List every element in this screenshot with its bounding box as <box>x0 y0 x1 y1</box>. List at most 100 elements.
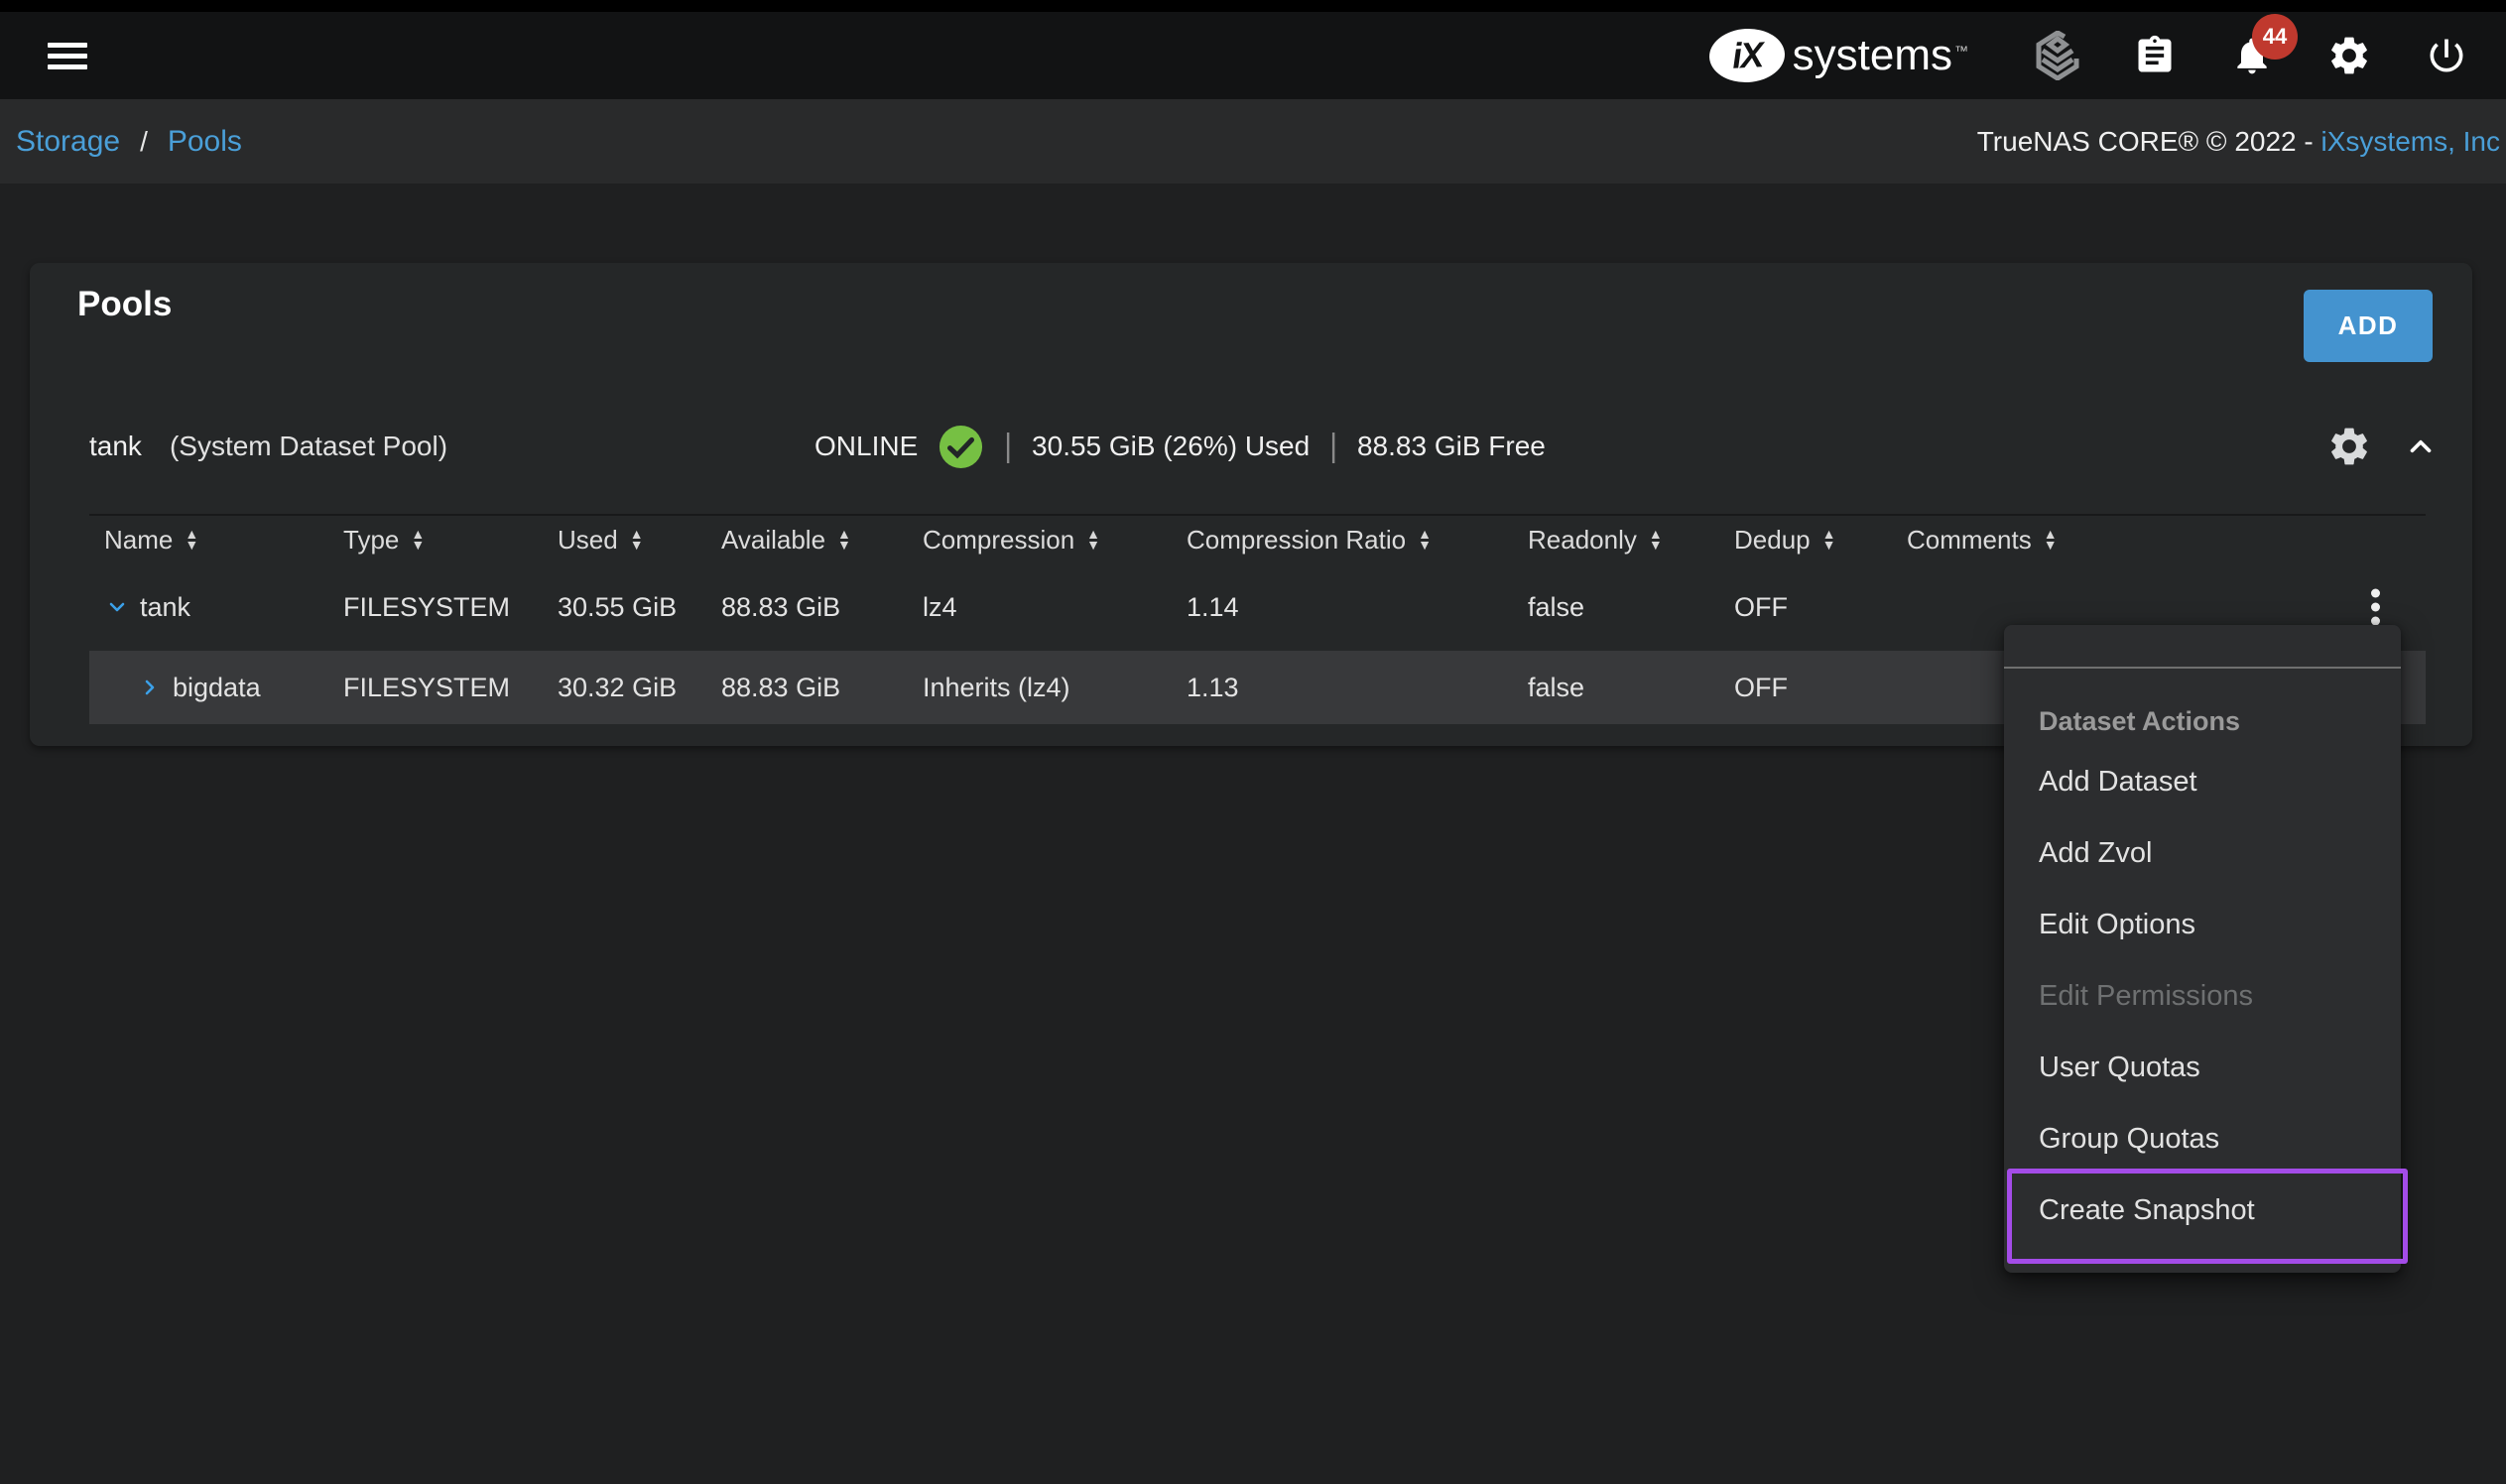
sort-icon: ▲▼ <box>1418 529 1432 551</box>
add-pool-button[interactable]: ADD <box>2304 290 2433 362</box>
pool-settings-gear-icon[interactable] <box>2325 423 2373 470</box>
pool-used-text: 30.55 GiB (26%) Used <box>1032 431 1310 462</box>
breadcrumb-pools-link[interactable]: Pools <box>168 125 242 159</box>
pool-status-label: ONLINE <box>814 431 918 462</box>
column-header-compression[interactable]: Compression ▲▼ <box>923 525 1187 556</box>
dataset-type: FILESYSTEM <box>343 592 558 623</box>
notifications-bell-icon[interactable]: 44 <box>2228 30 2276 81</box>
dataset-type: FILESYSTEM <box>343 673 558 703</box>
column-header-dedup[interactable]: Dedup ▲▼ <box>1734 525 1907 556</box>
column-header-comments[interactable]: Comments ▲▼ <box>1907 525 2426 556</box>
dataset-compression-ratio: 1.14 <box>1187 592 1528 623</box>
column-header-available[interactable]: Available ▲▼ <box>721 525 923 556</box>
column-label: Comments <box>1907 525 2032 556</box>
power-icon[interactable] <box>2423 30 2470 81</box>
dataset-dedup: OFF <box>1734 673 1907 703</box>
sort-icon: ▲▼ <box>1649 529 1663 551</box>
ixsystems-link[interactable]: iXsystems, Inc <box>2321 126 2500 157</box>
truecommand-icon[interactable] <box>2034 30 2081 81</box>
sort-icon: ▲▼ <box>2044 529 2058 551</box>
chevron-down-icon[interactable] <box>104 594 130 620</box>
hamburger-bar <box>48 64 87 69</box>
copyright-text: TrueNAS CORE® © 2022 - iXsystems, Inc <box>1977 126 2500 158</box>
sort-down-glyph: ▼ <box>837 540 851 551</box>
pool-name: tank <box>89 431 142 462</box>
sort-down-glyph: ▼ <box>1086 540 1100 551</box>
separator: | <box>1004 428 1012 464</box>
dataset-used: 30.55 GiB <box>558 592 721 623</box>
sort-icon: ▲▼ <box>1822 529 1836 551</box>
column-header-type[interactable]: Type ▲▼ <box>343 525 558 556</box>
dataset-dedup: OFF <box>1734 592 1907 623</box>
sort-icon: ▲▼ <box>185 529 198 551</box>
sort-down-glyph: ▼ <box>1418 540 1432 551</box>
logo-name: systems <box>1793 31 1952 80</box>
breadcrumb-bar: Storage / Pools TrueNAS CORE® © 2022 - i… <box>0 99 2506 184</box>
column-header-readonly[interactable]: Readonly ▲▼ <box>1528 525 1734 556</box>
menu-item-edit-permissions: Edit Permissions <box>2004 960 2401 1032</box>
menu-divider <box>2004 667 2401 669</box>
column-header-name[interactable]: Name ▲▼ <box>104 525 343 556</box>
menu-item-create-snapshot[interactable]: Create Snapshot <box>2004 1175 2401 1246</box>
pool-summary-row: tank (System Dataset Pool) ONLINE | 30.5… <box>30 392 2472 501</box>
menu-item-add-dataset[interactable]: Add Dataset <box>2004 746 2401 817</box>
page-title: Pools <box>77 285 172 324</box>
ix-logo-oval: iX <box>1707 27 1786 84</box>
sort-down-glyph: ▼ <box>185 540 198 551</box>
sort-icon: ▲▼ <box>411 529 425 551</box>
pool-identity: tank (System Dataset Pool) <box>89 392 447 501</box>
dataset-compression: Inherits (lz4) <box>923 673 1187 703</box>
ixsystems-logo[interactable]: iX systems ™ <box>1709 29 1968 82</box>
sort-down-glyph: ▼ <box>1822 540 1836 551</box>
dataset-name-cell: tank <box>104 592 343 623</box>
dataset-readonly: false <box>1528 673 1734 703</box>
menu-item-add-zvol[interactable]: Add Zvol <box>2004 817 2401 889</box>
column-label: Readonly <box>1528 525 1637 556</box>
pool-descriptor: (System Dataset Pool) <box>170 431 447 462</box>
sort-down-glyph: ▼ <box>2044 540 2058 551</box>
pool-status-group: ONLINE | 30.55 GiB (26%) Used | 88.83 Gi… <box>814 392 1546 501</box>
breadcrumb-storage-link[interactable]: Storage <box>16 125 120 159</box>
column-label: Used <box>558 525 618 556</box>
menu-title: Dataset Actions <box>2039 706 2240 737</box>
kebab-dot <box>2371 603 2380 612</box>
column-label: Compression Ratio <box>1187 525 1406 556</box>
dataset-actions-menu: Dataset Actions Add Dataset Add Zvol Edi… <box>2004 625 2401 1273</box>
breadcrumb-separator: / <box>140 126 148 158</box>
menu-items: Add Dataset Add Zvol Edit Options Edit P… <box>2004 746 2401 1246</box>
dataset-name-cell: bigdata <box>104 673 343 703</box>
sort-down-glyph: ▼ <box>411 540 425 551</box>
column-label: Dedup <box>1734 525 1811 556</box>
status-ok-check-icon <box>938 424 984 470</box>
pool-free-text: 88.83 GiB Free <box>1357 431 1546 462</box>
sort-icon: ▲▼ <box>630 529 644 551</box>
notification-count-badge: 44 <box>2252 14 2298 60</box>
tasks-clipboard-icon[interactable] <box>2131 30 2179 81</box>
hamburger-menu-icon[interactable] <box>48 43 87 69</box>
menu-item-edit-options[interactable]: Edit Options <box>2004 889 2401 960</box>
truenas-pools-screen: iX systems ™ <box>0 0 2506 1484</box>
dataset-used: 30.32 GiB <box>558 673 721 703</box>
table-header-row: Name ▲▼ Type ▲▼ Used ▲▼ Available ▲▼ Com… <box>89 516 2426 563</box>
dataset-name: bigdata <box>173 673 261 703</box>
menu-item-user-quotas[interactable]: User Quotas <box>2004 1032 2401 1103</box>
dataset-readonly: false <box>1528 592 1734 623</box>
chevron-right-icon[interactable] <box>137 675 163 700</box>
ix-logo-text: iX <box>1731 34 1763 77</box>
settings-gear-icon[interactable] <box>2325 30 2373 81</box>
column-label: Compression <box>923 525 1074 556</box>
separator: | <box>1329 428 1337 464</box>
pool-actions <box>2325 392 2444 501</box>
copyright-prefix: TrueNAS CORE® © 2022 - <box>1977 126 2321 157</box>
collapse-pool-chevron-up-icon[interactable] <box>2397 423 2444 470</box>
topbar-icon-group: 44 <box>2034 30 2470 81</box>
dataset-available: 88.83 GiB <box>721 673 923 703</box>
dataset-name: tank <box>140 592 190 623</box>
menu-item-group-quotas[interactable]: Group Quotas <box>2004 1103 2401 1175</box>
top-app-bar: iX systems ™ <box>0 0 2506 99</box>
column-header-compression-ratio[interactable]: Compression Ratio ▲▼ <box>1187 525 1528 556</box>
column-header-used[interactable]: Used ▲▼ <box>558 525 721 556</box>
column-label: Available <box>721 525 825 556</box>
hamburger-bar <box>48 43 87 48</box>
dataset-compression: lz4 <box>923 592 1187 623</box>
